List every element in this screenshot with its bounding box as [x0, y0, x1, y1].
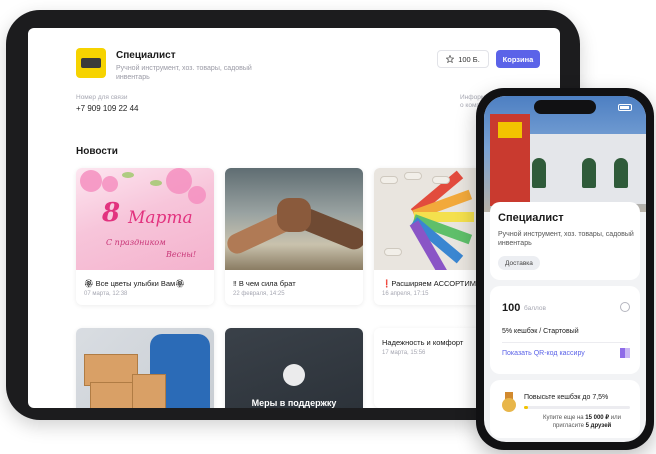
star-icon [446, 55, 455, 63]
news-image-support: Меры в поддержку [225, 328, 363, 408]
store-info-card: Специалист Ручной инструмент, хоз. товар… [490, 202, 640, 280]
cart-button[interactable]: Корзина [496, 50, 540, 68]
boost-progress-fill [524, 406, 529, 409]
contact-label: Номер для связи [76, 94, 128, 101]
news-image-boxes [76, 328, 214, 408]
news-card[interactable]: 8 Марта С праздником Весны! 🏵 Все цветы … [76, 168, 214, 305]
points-button[interactable]: 100 Б. [437, 50, 489, 68]
news-card[interactable]: ‼ В чем сила брат 22 февраля, 14:25 [225, 168, 363, 305]
phone-device: Специалист Ручной инструмент, хоз. товар… [476, 88, 654, 450]
store-description: Ручной инструмент, хоз. товары, садовый … [116, 65, 252, 81]
status-bar [484, 96, 646, 116]
boost-amount: 15 000 ₽ [585, 415, 610, 421]
spring-greet1-text: С праздником [106, 238, 166, 247]
boost-progress-bar [524, 406, 630, 409]
news-date: 07 марта, 12:38 [84, 291, 128, 297]
news-image-handshake [225, 168, 363, 270]
store-description: Ручной инструмент, хоз. товары, садовый … [498, 231, 634, 247]
store-name: Специалист [498, 212, 564, 224]
points-card: 100 баллов 5% кешбэк / Стартовый Показат… [490, 286, 640, 374]
show-qr-link[interactable]: Показать QR-код кассиру [502, 350, 585, 357]
phone-notch [534, 100, 596, 114]
spring-word-text: Марта [128, 208, 193, 228]
news-image-spring: 8 Марта С праздником Весны! [76, 168, 214, 270]
news-date: 22 февраля, 14:25 [233, 291, 285, 297]
points-value: 100 [502, 302, 521, 314]
battery-icon [618, 104, 632, 111]
news-title: 🏵 Все цветы улыбки Вам🏵 [84, 279, 185, 288]
boost-conditions: Купите еще на 15 000 ₽ или пригласите 5 … [534, 414, 630, 430]
news-card[interactable]: Меры в поддержку [225, 328, 363, 408]
store-header: Специалист Ручной инструмент, хоз. товар… [76, 48, 560, 98]
store-logo[interactable] [76, 48, 106, 78]
support-image-text: Меры в поддержку [251, 398, 337, 408]
boost-friends: 5 друзей [585, 423, 612, 429]
divider [502, 342, 628, 343]
mall-logo-icon [498, 122, 522, 138]
boost-title: Повысьте кешбэк до 7,5% [524, 394, 609, 401]
qr-code-icon[interactable] [620, 348, 630, 358]
emblem-icon [283, 364, 305, 386]
boost-text-prefix: Купите еще на [542, 415, 584, 421]
boost-cashback-card[interactable]: Повысьте кешбэк до 7,5% Купите еще на 15… [490, 380, 640, 438]
news-section-title: Новости [76, 146, 118, 157]
medal-icon [502, 392, 516, 412]
spring-greet2-text: Весны! [166, 250, 197, 259]
news-title: ‼ В чем сила брат [233, 279, 296, 288]
logo-mark-icon [81, 58, 101, 68]
contact-phone[interactable]: +7 909 109 22 44 [76, 104, 139, 113]
points-label: баллов [524, 305, 546, 312]
clock-icon[interactable] [620, 302, 630, 312]
delivery-chip[interactable]: Доставка [498, 256, 540, 270]
spring-big8-text: 8 [102, 198, 121, 228]
points-label: 100 Б. [458, 54, 480, 64]
store-name: Специалист [116, 50, 176, 61]
phone-screen: Специалист Ручной инструмент, хоз. товар… [484, 96, 646, 442]
cashback-level: 5% кешбэк / Стартовый [502, 328, 579, 335]
news-card[interactable] [76, 328, 214, 408]
